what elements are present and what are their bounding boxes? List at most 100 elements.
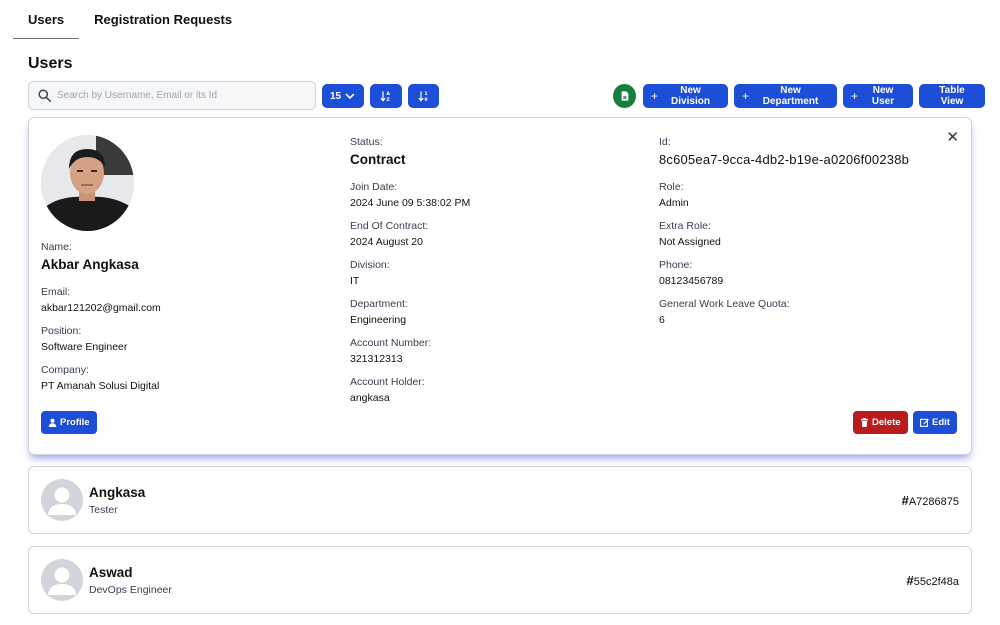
edit-button[interactable]: Edit <box>913 411 957 434</box>
field-label: Account Holder: <box>350 376 425 388</box>
field-label: Role: <box>659 181 684 193</box>
delete-label: Delete <box>872 417 901 428</box>
svg-text:Z: Z <box>386 97 390 102</box>
table-view-label: Table View <box>939 85 965 107</box>
field-value: 6 <box>659 314 665 326</box>
field-status: Status: Contract <box>350 136 406 167</box>
field-value: Akbar Angkasa <box>41 257 139 272</box>
hash-icon: # <box>901 493 909 508</box>
field-phone: Phone: 08123456789 <box>659 259 723 289</box>
user-name: Aswad <box>89 565 133 580</box>
new-user-button[interactable]: + New User <box>843 84 913 108</box>
export-excel-button[interactable] <box>613 84 636 108</box>
field-label: Status: <box>350 136 383 148</box>
field-value: 321312313 <box>350 353 403 365</box>
field-value: Admin <box>659 197 689 209</box>
new-department-button[interactable]: + New Department <box>734 84 837 108</box>
field-end-of-contract: End Of Contract: 2024 August 20 <box>350 220 428 250</box>
field-value: akbar121202@gmail.com <box>41 302 161 314</box>
field-label: Name: <box>41 241 72 253</box>
user-icon <box>48 418 57 427</box>
field-value: PT Amanah Solusi Digital <box>41 380 160 392</box>
svg-text:1: 1 <box>424 91 427 97</box>
field-work-leave-quota: General Work Leave Quota: 6 <box>659 298 790 328</box>
tab-registration-requests[interactable]: Registration Requests <box>79 0 247 39</box>
avatar-placeholder-icon <box>41 479 83 521</box>
new-division-button[interactable]: + New Division <box>643 84 728 108</box>
field-label: Company: <box>41 364 89 376</box>
field-value: 2024 June 09 5:38:02 PM <box>350 197 471 209</box>
delete-button[interactable]: Delete <box>853 411 908 434</box>
field-value: 2024 August 20 <box>350 236 423 248</box>
field-email: Email: akbar121202@gmail.com <box>41 286 161 316</box>
new-user-label: New User <box>871 85 895 107</box>
field-label: Join Date: <box>350 181 398 193</box>
field-role: Role: Admin <box>659 181 689 211</box>
trash-icon <box>860 418 869 427</box>
field-position: Position: Software Engineer <box>41 325 127 355</box>
field-value: Not Assigned <box>659 236 721 248</box>
avatar-placeholder-icon <box>41 559 83 601</box>
user-id: #A7286875 <box>902 493 959 508</box>
edit-icon <box>920 418 929 427</box>
field-label: General Work Leave Quota: <box>659 298 790 310</box>
field-label: Department: <box>350 298 408 310</box>
field-label: Phone: <box>659 259 693 271</box>
field-department: Department: Engineering <box>350 298 408 328</box>
sort-descending-button[interactable]: 19 <box>408 84 439 108</box>
search-icon <box>38 89 51 102</box>
avatar <box>41 135 134 231</box>
file-spreadsheet-icon <box>621 91 628 101</box>
tab-users[interactable]: Users <box>13 0 80 39</box>
svg-text:9: 9 <box>424 97 427 102</box>
new-department-label: New Department <box>762 85 819 107</box>
field-label: Id: <box>659 136 671 148</box>
user-detail-card: ✕ Name: Akbar Angkasa Email: akbar121202… <box>28 117 972 455</box>
sort-ascending-button[interactable]: AZ <box>370 84 402 108</box>
field-label: Position: <box>41 325 82 337</box>
user-id-value: A7286875 <box>908 496 959 508</box>
profile-button[interactable]: Profile <box>41 411 97 434</box>
field-account-holder: Account Holder: angkasa <box>350 376 425 406</box>
tab-bar: Users Registration Requests <box>13 0 247 40</box>
table-view-button[interactable]: Table View <box>919 84 985 108</box>
field-id: Id: 8c605ea7-9cca-4db2-b19e-a0206f00238b <box>659 136 909 167</box>
plus-icon: + <box>742 89 750 103</box>
plus-icon: + <box>651 89 659 103</box>
field-extra-role: Extra Role: Not Assigned <box>659 220 721 250</box>
field-value: Software Engineer <box>41 341 128 353</box>
field-label: Division: <box>350 259 390 271</box>
field-name: Name: Akbar Angkasa <box>41 241 139 272</box>
profile-label: Profile <box>60 417 90 428</box>
field-label: Account Number: <box>350 337 432 349</box>
field-value: IT <box>350 275 360 287</box>
user-card[interactable]: Aswad DevOps Engineer #55c2f48a <box>28 546 972 614</box>
field-label: Email: <box>41 286 71 298</box>
page-title: Users <box>28 55 73 72</box>
user-id: #55c2f48a <box>907 573 960 588</box>
svg-text:A: A <box>386 91 390 97</box>
field-value: 8c605ea7-9cca-4db2-b19e-a0206f00238b <box>659 152 910 167</box>
close-icon[interactable]: ✕ <box>946 128 959 146</box>
field-join-date: Join Date: 2024 June 09 5:38:02 PM <box>350 181 470 211</box>
page-size-dropdown[interactable]: 15 <box>322 84 364 108</box>
field-value: 08123456789 <box>659 275 724 287</box>
user-role: Tester <box>89 504 118 516</box>
hash-icon: # <box>906 573 914 588</box>
field-company: Company: PT Amanah Solusi Digital <box>41 364 159 394</box>
field-label: Extra Role: <box>659 220 711 232</box>
search-input[interactable] <box>57 90 297 101</box>
sort-ascending-icon: AZ <box>380 91 390 102</box>
user-card[interactable]: Angkasa Tester #A7286875 <box>28 466 972 534</box>
chevron-down-icon <box>345 93 355 100</box>
page-size-value: 15 <box>330 90 342 102</box>
plus-icon: + <box>851 89 859 103</box>
field-value: Engineering <box>350 314 407 326</box>
user-role: DevOps Engineer <box>89 584 172 596</box>
field-value: angkasa <box>350 392 390 404</box>
user-photo <box>41 135 134 231</box>
field-division: Division: IT <box>350 259 390 289</box>
sort-descending-icon: 19 <box>417 91 427 102</box>
search-box[interactable] <box>28 81 316 110</box>
new-division-label: New Division <box>671 85 710 107</box>
